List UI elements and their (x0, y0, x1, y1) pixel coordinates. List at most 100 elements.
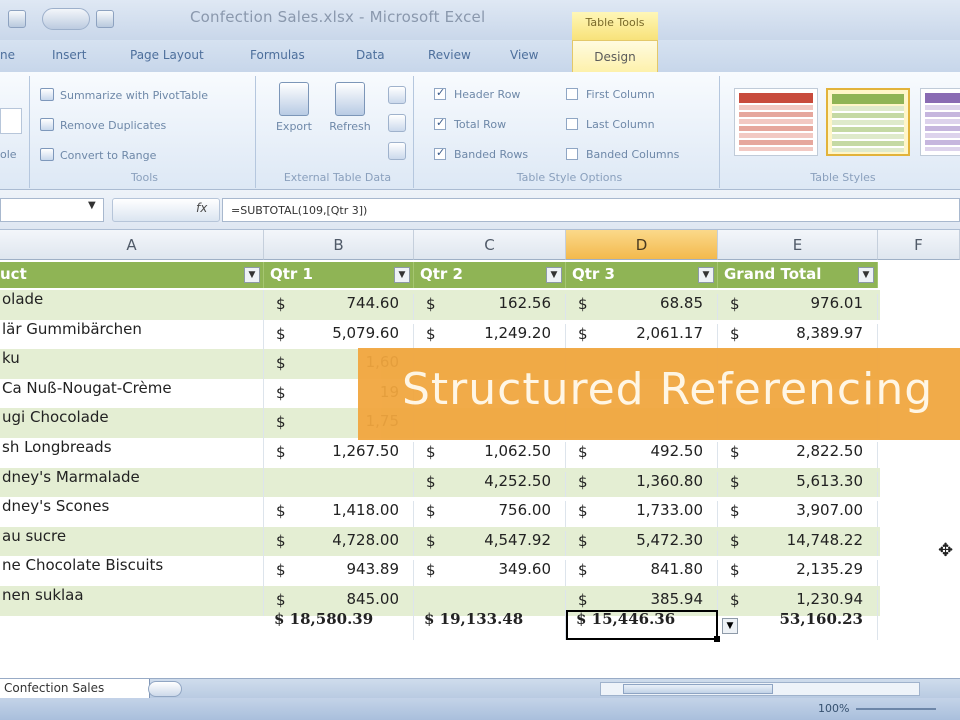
product-name-cell[interactable]: dney's Marmalade (0, 467, 264, 498)
total-qtr2[interactable]: $ 19,133.48 (414, 610, 566, 640)
tab-page-layout[interactable]: Page Layout (130, 48, 204, 62)
table-header-qtr2[interactable]: Qtr 2 (414, 262, 566, 288)
ribbon-tabs: ne Insert Page Layout Formulas Data Revi… (0, 40, 960, 72)
remove-duplicates-button[interactable]: Remove Duplicates (40, 118, 166, 132)
header-row-checkbox[interactable]: Header Row (434, 86, 521, 101)
properties-group: ole (0, 76, 30, 188)
tools-group: Summarize with PivotTable Remove Duplica… (34, 76, 256, 188)
tab-review[interactable]: Review (428, 48, 471, 62)
total-row-checkbox[interactable]: Total Row (434, 116, 506, 131)
table-header-product[interactable]: uct (0, 262, 264, 288)
table-header-qtr3[interactable]: Qtr 3 (566, 262, 718, 288)
quick-access-toolbar (0, 4, 120, 32)
export-icon (279, 82, 309, 116)
undo-redo-button[interactable] (42, 8, 90, 30)
last-column-label: Last Column (586, 118, 655, 131)
zoom-slider[interactable] (856, 708, 936, 710)
window-title: Confection Sales.xlsx - Microsoft Excel (190, 8, 486, 26)
export-button[interactable]: Export (270, 80, 318, 150)
first-column-checkbox[interactable]: First Column (566, 88, 655, 101)
insert-function-icon[interactable]: fx (196, 201, 207, 215)
zoom-level[interactable]: 100% (818, 702, 849, 715)
resize-table-label[interactable]: ole (0, 148, 17, 161)
horizontal-scroll-thumb[interactable] (623, 684, 773, 694)
banded-columns-checkbox[interactable]: Banded Columns (566, 148, 679, 161)
formula-bar: ▼ fx =SUBTOTAL(109,[Qtr 3]) (0, 190, 960, 230)
fill-handle[interactable] (714, 636, 720, 642)
open-browser-icon[interactable] (388, 114, 406, 132)
horizontal-scrollbar[interactable] (600, 682, 920, 696)
product-name-cell[interactable]: ugi Chocolade (0, 408, 264, 438)
tab-data[interactable]: Data (356, 48, 385, 62)
filter-dropdown-product-icon[interactable]: ▼ (244, 267, 260, 283)
external-data-label: External Table Data (283, 171, 392, 184)
unlink-icon[interactable] (388, 142, 406, 160)
save-icon[interactable] (8, 10, 26, 28)
customize-qat-icon[interactable] (96, 10, 114, 28)
tab-view[interactable]: View (510, 48, 538, 62)
column-header-d[interactable]: D (566, 230, 718, 260)
table-style-green[interactable] (826, 88, 910, 156)
column-header-a[interactable]: A (0, 230, 264, 260)
tab-design[interactable]: Design (572, 40, 658, 74)
total-function-dropdown-icon[interactable]: ▼ (722, 618, 738, 634)
column-header-c[interactable]: C (414, 230, 566, 260)
table-style-purple[interactable] (920, 88, 960, 156)
total-grand[interactable]: 53,160.23 (718, 610, 878, 640)
remove-duplicates-label: Remove Duplicates (60, 119, 167, 132)
tab-home[interactable]: ne (0, 48, 15, 62)
table-styles-group: Table Styles (726, 76, 960, 188)
properties-field[interactable] (0, 108, 22, 134)
table-styles-label: Table Styles (810, 171, 876, 184)
total-qtr1[interactable]: $ 18,580.39 (264, 610, 414, 640)
column-header-e[interactable]: E (718, 230, 878, 260)
banner-text: Structured Referencing (402, 364, 934, 415)
tab-insert[interactable]: Insert (52, 48, 86, 62)
banded-rows-label: Banded Rows (454, 148, 529, 161)
filter-dropdown-qtr1-icon[interactable]: ▼ (394, 267, 410, 283)
banded-columns-label: Banded Columns (586, 148, 680, 161)
tools-group-label: Tools (130, 171, 159, 184)
filter-dropdown-qtr3-icon[interactable]: ▼ (698, 267, 714, 283)
product-name-cell[interactable]: sh Longbreads (0, 438, 264, 468)
properties-small-icon[interactable] (388, 86, 406, 104)
refresh-icon (335, 82, 365, 116)
summarize-pivot-label: Summarize with PivotTable (60, 89, 209, 102)
product-name-cell[interactable]: au sucre (0, 526, 264, 557)
name-box-dropdown-icon[interactable]: ▼ (88, 200, 96, 211)
tab-formulas[interactable]: Formulas (250, 48, 305, 62)
convert-to-range-button[interactable]: Convert to Range (40, 148, 156, 162)
summarize-pivot-button[interactable]: Summarize with PivotTable (40, 88, 208, 102)
ribbon: ole Summarize with PivotTable Remove Dup… (0, 72, 960, 190)
product-name-cell[interactable]: ku (0, 349, 264, 379)
column-header-f[interactable]: F (878, 230, 960, 260)
header-row-label: Header Row (454, 88, 521, 101)
pivot-table-icon (40, 88, 54, 101)
last-column-checkbox[interactable]: Last Column (566, 118, 655, 131)
filter-dropdown-total-icon[interactable]: ▼ (858, 267, 874, 283)
product-name-cell[interactable]: lär Gummibärchen (0, 319, 264, 350)
formula-input[interactable]: =SUBTOTAL(109,[Qtr 3]) (222, 198, 960, 222)
sheet-tab-bar: Confection Sales (0, 678, 960, 699)
first-column-label: First Column (586, 88, 655, 101)
banded-rows-checkbox[interactable]: Banded Rows (434, 146, 529, 161)
export-label: Export (275, 120, 312, 133)
active-cell-selection (566, 610, 718, 640)
worksheet-grid[interactable]: A B C D E F uct ▼ Qtr 1 ▼ Qtr 2 ▼ Qtr 3 … (0, 230, 960, 678)
table-header-grand-total[interactable]: Grand Total (718, 262, 878, 288)
convert-to-range-label: Convert to Range (60, 149, 157, 162)
product-name-cell[interactable]: dney's Scones (0, 497, 264, 527)
title-banner: Structured Referencing (358, 348, 960, 440)
refresh-button[interactable]: Refresh (326, 80, 374, 150)
product-name-cell[interactable]: olade (0, 290, 264, 320)
filter-dropdown-qtr2-icon[interactable]: ▼ (546, 267, 562, 283)
column-header-b[interactable]: B (264, 230, 414, 260)
sheet-tab-confection-sales[interactable]: Confection Sales (0, 679, 150, 699)
product-name-cell[interactable]: ne Chocolate Biscuits (0, 556, 264, 586)
insert-sheet-icon[interactable] (148, 681, 182, 697)
product-name-cell[interactable]: Ca Nuß-Nougat-Crème (0, 378, 264, 409)
table-header-qtr1[interactable]: Qtr 1 (264, 262, 414, 288)
table-style-red[interactable] (734, 88, 818, 156)
product-name-cell[interactable]: nen suklaa (0, 586, 264, 616)
total-row-check-icon (434, 116, 446, 130)
